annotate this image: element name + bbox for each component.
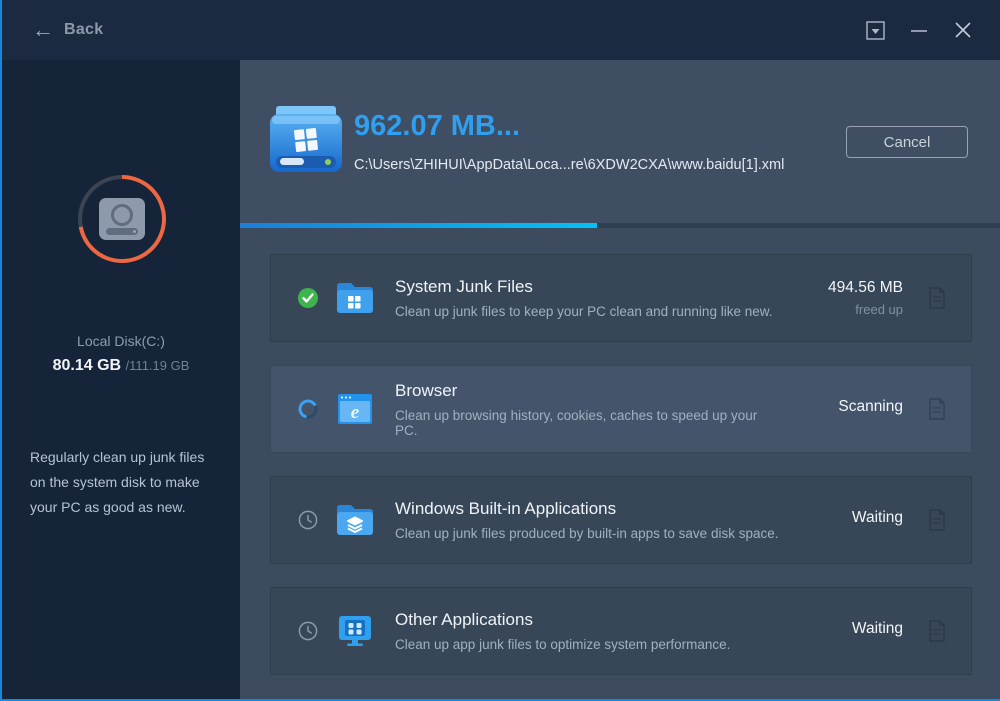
task-row-browser[interactable]: e Browser Clean up browsing history, coo… [270, 365, 972, 453]
task-status-value: 494.56 MB freed up [783, 279, 903, 317]
task-status-value: Waiting [783, 509, 903, 532]
sidebar-description: Regularly clean up junk files on the sys… [30, 449, 205, 515]
report-button[interactable] [927, 509, 947, 531]
back-arrow-icon: ← [32, 17, 54, 42]
back-label: Back [64, 21, 104, 38]
task-description: Clean up junk files produced by built-in… [395, 526, 779, 541]
drive-icon [270, 106, 342, 172]
task-status-value: Waiting [783, 620, 903, 643]
task-title: Browser [395, 380, 458, 400]
task-title: Windows Built-in Applications [395, 499, 617, 518]
window-menu-button[interactable] [860, 15, 890, 45]
task-list: System Junk Files Clean up junk files to… [240, 228, 1000, 699]
task-status-value: Scanning [783, 398, 903, 421]
report-button[interactable] [927, 620, 947, 642]
sidebar: Local Disk(C:) 80.14 GB /111.19 GB Regul… [2, 60, 240, 699]
disk-name: Local Disk(C:) [77, 333, 165, 349]
status-text: Waiting [851, 508, 903, 526]
task-description: Clean up app junk files to optimize syst… [395, 637, 731, 652]
task-title: Other Applications [395, 610, 533, 629]
task-title: System Junk Files [395, 277, 533, 296]
report-button[interactable] [927, 398, 947, 420]
back-button[interactable]: ← Back [32, 19, 103, 41]
task-description: Clean up junk files to keep your PC clea… [395, 304, 773, 319]
report-doc-icon [929, 398, 945, 420]
minimize-button[interactable] [904, 15, 934, 45]
task-row-builtin-apps[interactable]: Windows Built-in Applications Clean up j… [270, 476, 972, 564]
close-button[interactable] [948, 15, 978, 45]
disk-total: /111.19 GB [125, 358, 190, 373]
browser-icon: e [338, 394, 372, 424]
titlebar: ← Back [2, 0, 1000, 60]
freed-amount: 494.56 MB [828, 279, 903, 296]
window-controls [860, 15, 978, 45]
task-row-system-junk[interactable]: System Junk Files Clean up junk files to… [270, 254, 972, 342]
app-window: ← Back Local Disk(C:) 80.14 GB /111.19 G… [0, 0, 1000, 701]
disk-drive-icon [99, 198, 145, 240]
scanning-path: C:\Users\ZHIHUI\AppData\Loca...re\6XDW2C… [354, 157, 785, 173]
clock-icon [298, 621, 318, 641]
clock-icon [298, 510, 318, 530]
report-doc-icon [929, 287, 945, 309]
disk-used: 80.14 GB [52, 357, 122, 374]
window-menu-icon [865, 20, 885, 40]
status-text: Waiting [851, 619, 903, 637]
apps-monitor-icon [339, 616, 371, 646]
svg-text:e: e [351, 402, 360, 423]
report-doc-icon [929, 509, 945, 531]
report-button[interactable] [927, 287, 947, 309]
cancel-button[interactable]: Cancel [846, 126, 968, 158]
task-row-other-apps[interactable]: Other Applications Clean up app junk fil… [270, 587, 972, 675]
disk-usage-ring [78, 175, 166, 263]
main-panel: 962.07 MB... C:\Users\ZHIHUI\AppData\Loc… [240, 60, 1000, 699]
layers-folder-icon [337, 505, 373, 535]
disk-size: 80.14 GB /111.19 GB [2, 357, 240, 375]
spinner-icon [298, 399, 318, 419]
task-description: Clean up browsing history, cookies, cach… [395, 407, 758, 438]
check-circle-icon [298, 288, 318, 308]
freed-size-text: 962.07 MB... [354, 110, 521, 142]
freed-label: freed up [855, 302, 903, 317]
status-text: Scanning [838, 397, 903, 415]
report-doc-icon [929, 620, 945, 642]
minimize-icon [911, 30, 927, 32]
windows-folder-icon [337, 283, 373, 313]
scan-header: 962.07 MB... C:\Users\ZHIHUI\AppData\Loc… [240, 60, 1000, 223]
disk-usage-ring-hole [82, 179, 162, 259]
close-icon [955, 22, 971, 38]
